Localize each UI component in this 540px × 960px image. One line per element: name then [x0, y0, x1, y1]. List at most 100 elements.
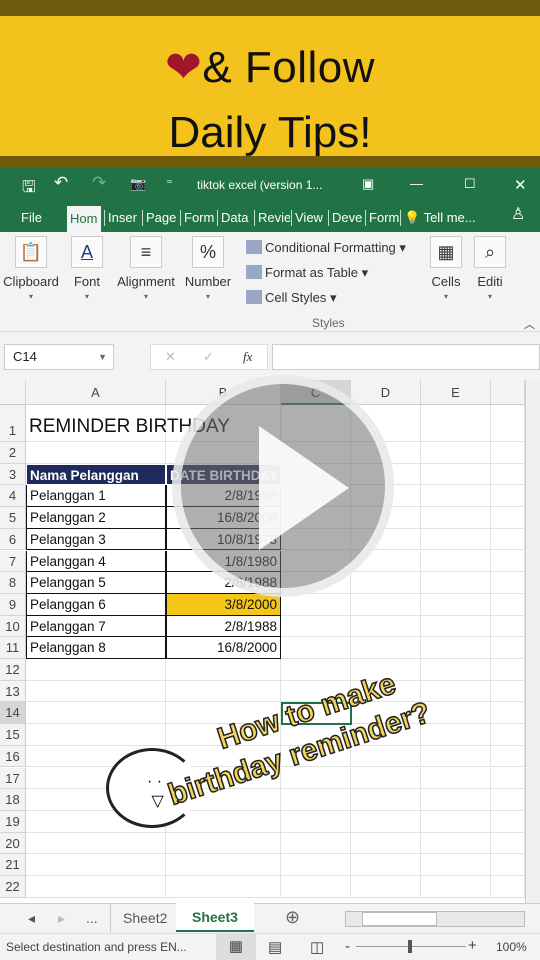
cell[interactable]: [421, 463, 491, 486]
page-layout-view-icon[interactable]: ▤: [268, 938, 282, 956]
customize-icon[interactable]: ⁼: [166, 176, 173, 192]
cell[interactable]: [491, 680, 525, 703]
cell[interactable]: [351, 789, 421, 811]
row-header[interactable]: 22: [0, 876, 26, 898]
enter-icon[interactable]: ✓: [203, 345, 214, 369]
close-button[interactable]: ✕: [514, 176, 527, 194]
zoom-out-button[interactable]: -: [345, 938, 350, 955]
birthdate-cell[interactable]: 3/8/2000: [166, 593, 281, 616]
cell[interactable]: [491, 507, 525, 529]
row-header[interactable]: 16: [0, 745, 26, 768]
cell[interactable]: [491, 615, 525, 638]
normal-view-icon[interactable]: ▦: [216, 934, 256, 960]
cell[interactable]: [281, 854, 351, 876]
redo-icon[interactable]: ↷: [92, 173, 106, 193]
row-header[interactable]: 15: [0, 724, 26, 746]
cell[interactable]: [421, 507, 491, 529]
collapse-ribbon-icon[interactable]: ︿: [524, 316, 535, 332]
zoom-slider[interactable]: [356, 940, 466, 953]
cell[interactable]: [351, 832, 421, 855]
birthdate-cell[interactable]: 2/8/1988: [166, 615, 281, 638]
cell[interactable]: [491, 442, 525, 464]
cell[interactable]: [491, 767, 525, 790]
row-header[interactable]: 3: [0, 463, 26, 486]
birthdate-cell[interactable]: 16/8/2000: [166, 637, 281, 659]
sheet-tab-sheet2[interactable]: Sheet2: [110, 904, 179, 932]
cell[interactable]: [491, 702, 525, 725]
cell[interactable]: [351, 876, 421, 898]
zoom-in-button[interactable]: +: [468, 937, 477, 954]
tab-view[interactable]: View: [291, 210, 327, 226]
tab-home[interactable]: Hom: [67, 206, 101, 232]
header-cell-name[interactable]: Nama Pelanggan: [26, 463, 166, 486]
fx-icon[interactable]: fx: [243, 345, 252, 369]
column-header[interactable]: E: [421, 380, 491, 405]
cell[interactable]: [491, 810, 525, 833]
row-header[interactable]: 5: [0, 507, 26, 529]
cell[interactable]: [491, 789, 525, 811]
row-header[interactable]: 19: [0, 810, 26, 833]
cell[interactable]: [421, 442, 491, 464]
row-header[interactable]: 2: [0, 442, 26, 464]
maximize-button[interactable]: ☐: [464, 176, 476, 192]
column-header[interactable]: [491, 380, 525, 405]
cell[interactable]: [26, 876, 166, 898]
cell[interactable]: [26, 702, 166, 725]
row-header[interactable]: 8: [0, 572, 26, 594]
cell[interactable]: [491, 572, 525, 594]
tab-insert[interactable]: Inser: [104, 210, 141, 226]
formula-input[interactable]: [272, 344, 540, 370]
row-header[interactable]: 4: [0, 485, 26, 508]
tab-developer[interactable]: Deve: [328, 210, 364, 226]
prev-sheet-icon[interactable]: ◂: [28, 910, 35, 927]
tell-me-search[interactable]: 💡 Tell me...: [400, 210, 490, 226]
cell[interactable]: [421, 832, 491, 855]
vertical-scrollbar[interactable]: [525, 380, 540, 903]
share-user-icon[interactable]: ♙: [508, 207, 525, 223]
cell[interactable]: [491, 550, 525, 573]
clipboard-group[interactable]: 📋 Clipboard ▾: [0, 232, 62, 301]
tab-review[interactable]: Revie: [254, 210, 290, 226]
cell[interactable]: [281, 832, 351, 855]
cell[interactable]: [421, 745, 491, 768]
cell[interactable]: [421, 550, 491, 573]
cell[interactable]: [491, 593, 525, 616]
tab-data[interactable]: Data: [217, 210, 253, 226]
page-break-view-icon[interactable]: ◫: [310, 938, 324, 956]
cell[interactable]: [491, 485, 525, 508]
cell[interactable]: [491, 724, 525, 746]
customer-name-cell[interactable]: Pelanggan 1: [26, 485, 166, 508]
cell[interactable]: [421, 572, 491, 594]
sheet-tab-sheet3[interactable]: Sheet3: [176, 903, 254, 932]
cell[interactable]: [421, 528, 491, 551]
cell[interactable]: [281, 593, 351, 616]
cell[interactable]: [351, 810, 421, 833]
row-header[interactable]: 6: [0, 528, 26, 551]
tab-file[interactable]: File: [18, 210, 42, 226]
customer-name-cell[interactable]: Pelanggan 5: [26, 572, 166, 594]
cell[interactable]: [491, 832, 525, 855]
cell[interactable]: [491, 405, 525, 442]
cell[interactable]: [421, 810, 491, 833]
row-header[interactable]: 14: [0, 702, 26, 725]
cell[interactable]: [281, 789, 351, 811]
cell[interactable]: [421, 854, 491, 876]
cell[interactable]: [166, 854, 281, 876]
next-sheet-icon[interactable]: ▸: [58, 910, 65, 927]
cell[interactable]: [26, 680, 166, 703]
cell[interactable]: [421, 767, 491, 790]
customer-name-cell[interactable]: Pelanggan 6: [26, 593, 166, 616]
row-header[interactable]: 21: [0, 854, 26, 876]
cell[interactable]: [166, 659, 281, 681]
cell[interactable]: [351, 593, 421, 616]
minimize-button[interactable]: —: [410, 176, 423, 191]
row-header[interactable]: 12: [0, 659, 26, 681]
name-box[interactable]: C14 ▼: [4, 344, 114, 370]
cell[interactable]: [421, 789, 491, 811]
cell[interactable]: [166, 832, 281, 855]
video-play-button[interactable]: [172, 375, 394, 597]
row-header[interactable]: 18: [0, 789, 26, 811]
cell[interactable]: [421, 615, 491, 638]
row-header[interactable]: 20: [0, 832, 26, 855]
cell[interactable]: [491, 745, 525, 768]
